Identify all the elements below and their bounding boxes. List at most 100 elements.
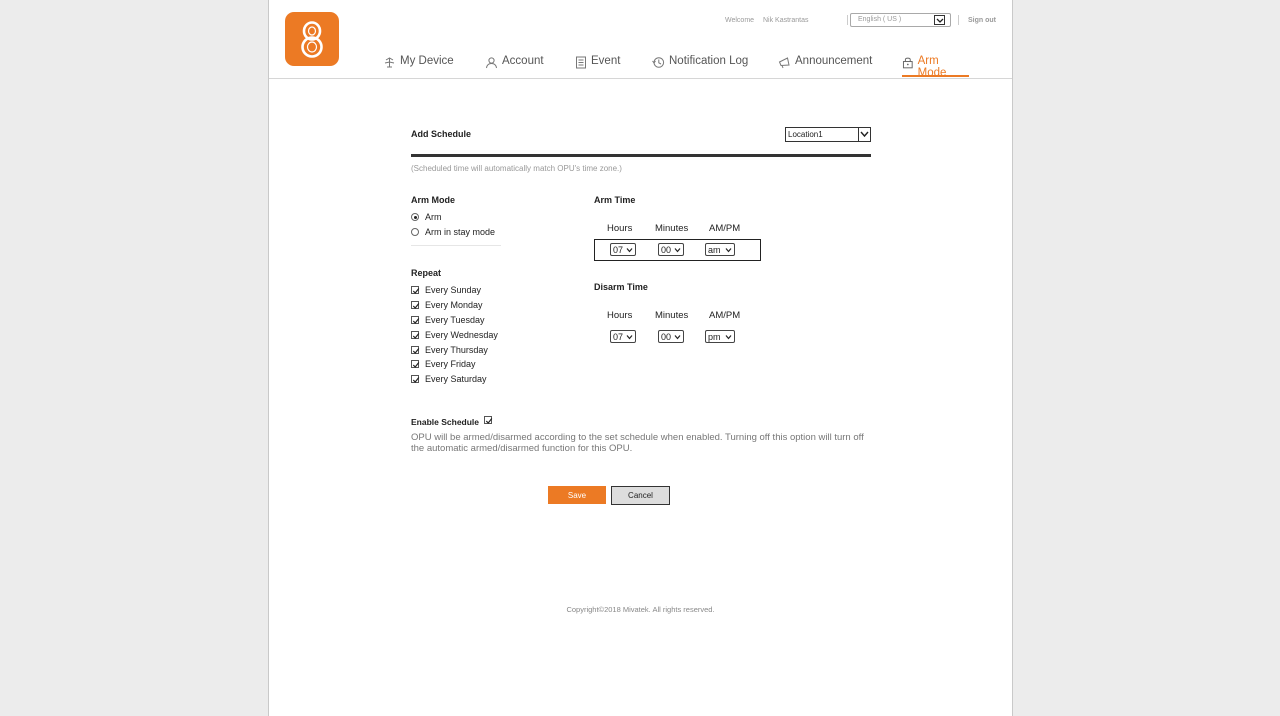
ampm-header: AM/PM [709, 310, 741, 321]
divider [411, 245, 501, 246]
day-label: Every Sunday [425, 285, 482, 295]
repeat-day-item[interactable]: Every Sunday [411, 285, 481, 295]
chevron-down-icon [626, 335, 633, 340]
chevron-down-icon [626, 248, 633, 253]
location-value: Location1 [788, 130, 823, 139]
notification-log-icon [652, 57, 665, 68]
repeat-day-item[interactable]: Every Saturday [411, 374, 487, 384]
repeat-day-item[interactable]: Every Thursday [411, 345, 488, 355]
day-checkbox[interactable] [411, 375, 420, 383]
checkmark-icon [412, 333, 420, 339]
sign-out-link[interactable]: Sign out [968, 17, 996, 24]
day-checkbox[interactable] [411, 286, 420, 294]
radio-button[interactable] [411, 213, 419, 221]
chevron-down-icon [858, 128, 870, 141]
repeat-day-item[interactable]: Every Friday [411, 359, 476, 369]
arm-mode-option-arm[interactable]: Arm [411, 212, 442, 222]
nav-event[interactable]: Event [575, 55, 620, 77]
select-value: am [708, 245, 721, 255]
day-label: Every Wednesday [425, 330, 498, 340]
header: Welcome Nik Kastrantas English ( US ) Si… [269, 0, 1012, 79]
hours-header: Hours [607, 223, 633, 234]
hours-header: Hours [607, 310, 633, 321]
option-label: Arm in stay mode [425, 227, 496, 237]
arm-minutes-select[interactable]: 00 [658, 243, 684, 256]
radio-button[interactable] [411, 228, 419, 236]
event-icon [576, 56, 586, 69]
add-schedule-title: Add Schedule [411, 129, 472, 139]
day-label: Every Monday [425, 300, 483, 310]
copyright: Copyright©2018 Mivatek. All rights reser… [566, 605, 715, 614]
minutes-header: Minutes [655, 310, 689, 321]
username: Nik Kastrantas [763, 17, 809, 24]
disarm-ampm-select[interactable]: pm [705, 330, 735, 343]
page-container: Welcome Nik Kastrantas English ( US ) Si… [268, 0, 1013, 716]
language-select[interactable]: English ( US ) [850, 13, 951, 27]
nav-arm-mode[interactable]: Arm Mode [902, 55, 969, 79]
location-select[interactable]: Location1 [785, 127, 871, 142]
nav-my-device[interactable]: My Device [383, 55, 454, 77]
repeat-day-item[interactable]: Every Tuesday [411, 315, 485, 325]
day-checkbox[interactable] [411, 346, 420, 354]
checkmark-icon [412, 362, 420, 368]
save-button[interactable]: Save [548, 486, 606, 504]
ampm-header: AM/PM [709, 223, 741, 234]
disarm-minutes-select[interactable]: 00 [658, 330, 684, 343]
repeat-day-item[interactable]: Every Monday [411, 300, 483, 310]
day-label: Every Tuesday [425, 315, 485, 325]
top-utility-bar: Welcome Nik Kastrantas English ( US ) Si… [269, 13, 1012, 29]
checkmark-icon [412, 348, 420, 354]
announcement-icon [778, 57, 790, 69]
arm-ampm-select[interactable]: am [705, 243, 735, 256]
enable-schedule-checkbox[interactable] [484, 416, 493, 424]
welcome-text: Welcome [725, 17, 755, 24]
nav-label: Account [502, 55, 544, 67]
account-icon [486, 57, 497, 69]
select-value: 00 [661, 245, 672, 255]
select-value: 07 [613, 332, 624, 342]
day-checkbox[interactable] [411, 301, 420, 309]
chevron-down-icon [934, 15, 945, 25]
device-icon [384, 57, 395, 68]
nav-announcement[interactable]: Announcement [778, 55, 872, 77]
day-checkbox[interactable] [411, 360, 420, 368]
nav-label: Announcement [795, 55, 873, 67]
nav-notification-log[interactable]: Notification Log [652, 55, 748, 77]
divider [958, 15, 959, 25]
checkmark-icon [485, 418, 493, 424]
chevron-down-icon [674, 335, 681, 340]
disarm-hours-select[interactable]: 07 [610, 330, 636, 343]
repeat-day-item[interactable]: Every Wednesday [411, 330, 498, 340]
arm-hours-select[interactable]: 07 [610, 243, 636, 256]
section-divider [411, 154, 871, 157]
minutes-header: Minutes [655, 223, 689, 234]
checkmark-icon [412, 318, 420, 324]
day-label: Every Friday [425, 359, 476, 369]
nav-label: Event [591, 55, 621, 67]
chevron-down-icon [674, 248, 681, 253]
lock-icon [902, 57, 913, 69]
day-label: Every Thursday [425, 345, 488, 355]
day-checkbox[interactable] [411, 316, 420, 324]
nav-account[interactable]: Account [485, 55, 544, 77]
checkmark-icon [412, 288, 420, 294]
enable-schedule-description: OPU will be armed/disarmed according to … [411, 432, 864, 454]
chevron-down-icon [725, 248, 732, 253]
select-value: pm [708, 332, 721, 342]
enable-schedule-label: Enable Schedule [411, 417, 480, 427]
checkmark-icon [412, 377, 420, 383]
day-checkbox[interactable] [411, 331, 420, 339]
nav-label: Notification Log [669, 55, 749, 67]
arm-mode-option-stay[interactable]: Arm in stay mode [411, 227, 495, 237]
time-zone-note: (Scheduled time will automatically match… [411, 164, 622, 173]
arm-time-title: Arm Time [594, 195, 636, 205]
disarm-time-title: Disarm Time [594, 282, 648, 292]
nav-label: My Device [400, 55, 454, 67]
cancel-button[interactable]: Cancel [611, 486, 670, 505]
select-value: 00 [661, 332, 672, 342]
repeat-title: Repeat [411, 268, 442, 278]
language-value: English ( US ) [858, 16, 902, 23]
checkmark-icon [412, 303, 420, 309]
enable-schedule: Enable Schedule [411, 416, 493, 427]
nav-label: Arm Mode [917, 55, 947, 79]
